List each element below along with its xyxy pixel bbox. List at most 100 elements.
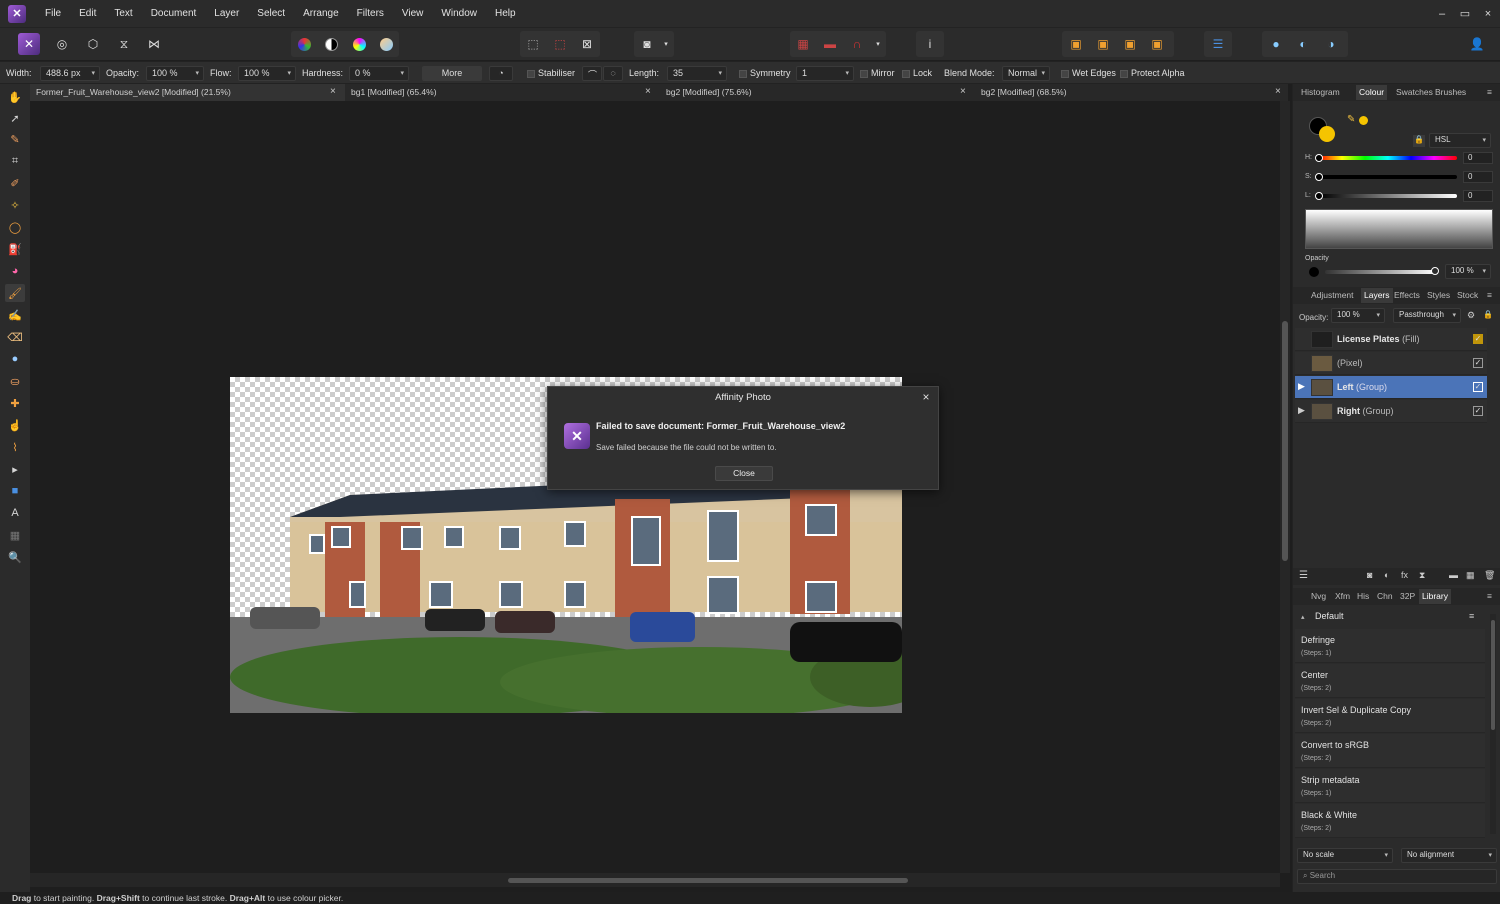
account-icon[interactable]: 👤 — [1466, 33, 1488, 55]
auto-levels-icon[interactable] — [293, 33, 315, 55]
tab-colour[interactable]: Colour — [1356, 85, 1388, 100]
tab-histogram[interactable]: Histogram — [1301, 87, 1340, 97]
develop-persona-icon[interactable]: ⬡ — [82, 33, 104, 55]
healing-brush-tool-icon[interactable]: ✚ — [5, 394, 25, 412]
tone-mapping-persona-icon[interactable]: ⧖ — [113, 33, 135, 55]
marquee-tool-icon[interactable]: ◯ — [5, 218, 25, 236]
length-field[interactable]: 35 ▾ — [667, 66, 727, 81]
tab-transform[interactable]: Xfm — [1335, 591, 1350, 601]
slice-tool-icon[interactable]: ▦ — [5, 526, 25, 544]
layers-stack-icon[interactable]: ☰ — [1299, 570, 1308, 581]
add-group-icon[interactable]: ▬ — [1449, 570, 1458, 580]
tab-styles[interactable]: Styles — [1427, 290, 1450, 300]
live-filter-icon[interactable]: ⧗ — [1419, 570, 1425, 581]
window-mode-icon[interactable]: ◌ — [603, 66, 623, 81]
macro-item[interactable]: Center (Steps: 2) — [1295, 664, 1485, 698]
dodge-brush-tool-icon[interactable]: ● — [5, 350, 25, 368]
gradient-tool-icon[interactable]: ◕ — [5, 262, 25, 280]
zoom-tool-icon[interactable]: 🔍 — [5, 548, 25, 566]
expand-arrow-icon[interactable]: ▶ — [1298, 381, 1305, 392]
scale-select[interactable]: No scale ▾ — [1297, 848, 1393, 863]
macro-item[interactable]: Invert Sel & Duplicate Copy (Steps: 2) — [1295, 699, 1485, 733]
invert-selection-icon[interactable]: ⊠ — [576, 33, 598, 55]
minimize-button[interactable]: – — [1430, 0, 1454, 27]
library-scrollbar[interactable] — [1490, 614, 1496, 834]
layer-row[interactable]: ▶ Right (Group) ✓ — [1295, 400, 1487, 423]
colour-model-select[interactable]: HSL ▾ — [1429, 133, 1491, 148]
selection-marquee-icon[interactable]: ⬚ — [522, 33, 544, 55]
menu-text[interactable]: Text — [105, 0, 141, 27]
menu-help[interactable]: Help — [486, 0, 525, 27]
boolean-subtract-icon[interactable]: ◐ — [1292, 33, 1314, 55]
saturation-slider[interactable] — [1319, 175, 1457, 179]
lock-icon[interactable]: 🔒 — [1483, 310, 1493, 319]
add-layer-icon[interactable]: ▦ — [1466, 570, 1475, 581]
menu-window[interactable]: Window — [432, 0, 486, 27]
tab-channels[interactable]: Chn — [1377, 591, 1393, 601]
layer-row-selected[interactable]: ▶ Left (Group) ✓ — [1295, 376, 1487, 399]
symmetry-field[interactable]: 1 ▾ — [796, 66, 854, 81]
erase-brush-tool-icon[interactable]: ⌫ — [5, 328, 25, 346]
wet-edges-checkbox[interactable] — [1061, 70, 1069, 78]
menu-select[interactable]: Select — [248, 0, 294, 27]
chevron-down-icon[interactable]: ▾ — [872, 33, 884, 55]
arrange-forward-icon[interactable]: ▣ — [1119, 33, 1141, 55]
chevron-up-icon[interactable]: ▴ — [1301, 613, 1305, 621]
vertical-scrollbar[interactable] — [1280, 101, 1290, 873]
close-icon[interactable]: × — [330, 86, 336, 97]
close-icon[interactable]: × — [1275, 86, 1281, 97]
menu-filters[interactable]: Filters — [348, 0, 393, 27]
alignment-select[interactable]: No alignment ▾ — [1401, 848, 1497, 863]
lock-icon[interactable]: 🔒 — [1413, 135, 1425, 147]
rope-mode-icon[interactable]: ⌒ — [582, 66, 602, 81]
liquify-persona-icon[interactable]: ◎ — [51, 33, 73, 55]
boolean-add-icon[interactable]: ● — [1265, 33, 1287, 55]
move-tool-icon[interactable]: ➚ — [5, 109, 25, 127]
auto-colours-icon[interactable] — [348, 33, 370, 55]
layer-blend-select[interactable]: Passthrough ▾ — [1393, 308, 1461, 323]
layer-visibility-checkbox[interactable]: ✓ — [1473, 406, 1483, 416]
artistic-text-tool-icon[interactable]: A — [5, 504, 25, 522]
tab-effects[interactable]: Effects — [1394, 290, 1420, 300]
crop-tool-icon[interactable]: ⌗ — [5, 152, 25, 170]
delete-layer-icon[interactable]: 🗑 — [1484, 570, 1495, 581]
alignment-icon[interactable]: ☰ — [1207, 33, 1229, 55]
tab-adjustment[interactable]: Adjustment — [1311, 290, 1354, 300]
document-tab-active[interactable]: Former_Fruit_Warehouse_view2 [Modified] … — [30, 84, 345, 101]
brush-options-icon[interactable]: ◔ — [489, 66, 513, 81]
restore-button[interactable]: ▭ — [1453, 0, 1477, 27]
lightness-slider[interactable] — [1319, 194, 1457, 198]
mesh-warp-tool-icon[interactable]: ⌇ — [5, 438, 25, 456]
document-tab[interactable]: bg2 [Modified] (68.5%) × — [975, 84, 1288, 101]
lock-checkbox[interactable] — [902, 70, 910, 78]
expand-arrow-icon[interactable]: ▶ — [1298, 405, 1305, 416]
opacity-slider-knob[interactable] — [1431, 267, 1439, 275]
protect-alpha-checkbox[interactable] — [1120, 70, 1128, 78]
fx-icon[interactable]: fx — [1401, 570, 1408, 580]
dialog-close-icon[interactable]: × — [918, 390, 934, 406]
tab-layers[interactable]: Layers — [1361, 288, 1393, 303]
scrollbar-thumb[interactable] — [1491, 620, 1495, 730]
layer-row[interactable]: License Plates (Fill) ✓ — [1295, 328, 1487, 351]
macro-item[interactable]: Black & White (Steps: 2) — [1295, 804, 1485, 838]
colour-picker-icon[interactable]: ✎ — [1347, 114, 1355, 125]
colour-spectrum[interactable] — [1305, 209, 1493, 249]
hue-value[interactable]: 0 — [1463, 152, 1493, 164]
adjustment-layer-icon[interactable]: ◐ — [1384, 570, 1389, 580]
flood-fill-tool-icon[interactable]: ⛽ — [5, 240, 25, 258]
layer-opacity-field[interactable]: 100 % ▾ — [1331, 308, 1385, 323]
chevron-down-icon[interactable]: ▾ — [660, 33, 672, 55]
rectangle-tool-icon[interactable]: ■ — [5, 482, 25, 500]
mask-layer-icon[interactable]: ◙ — [1367, 570, 1372, 580]
stabiliser-checkbox[interactable] — [527, 70, 535, 78]
snapping-options-icon[interactable]: ▬ — [819, 33, 841, 55]
color-picker-tool-icon[interactable]: ✎ — [5, 130, 25, 148]
auto-contrast-icon[interactable] — [320, 33, 342, 55]
document-tab[interactable]: bg1 [Modified] (65.4%) × — [345, 84, 660, 101]
menu-view[interactable]: View — [393, 0, 433, 27]
width-field[interactable]: 488.6 px ▾ — [40, 66, 100, 81]
menu-file[interactable]: File — [36, 0, 70, 27]
menu-document[interactable]: Document — [142, 0, 206, 27]
close-icon[interactable]: × — [645, 86, 651, 97]
colour-replacement-tool-icon[interactable]: ✍ — [5, 306, 25, 324]
